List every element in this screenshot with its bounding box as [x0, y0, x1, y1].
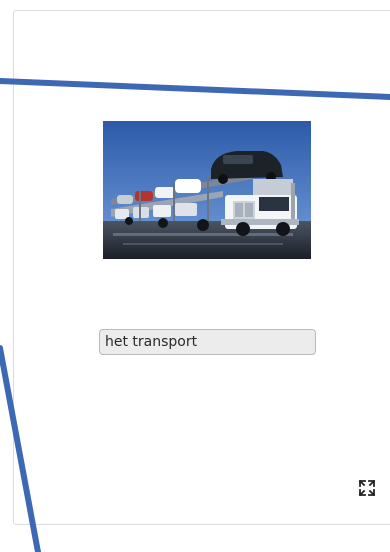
car-carrier-truck-photo	[103, 121, 311, 259]
exercise-stage	[0, 0, 390, 552]
exercise-card	[13, 10, 390, 525]
answer-input[interactable]	[99, 329, 316, 355]
expand-arrows-icon[interactable]	[356, 477, 378, 499]
